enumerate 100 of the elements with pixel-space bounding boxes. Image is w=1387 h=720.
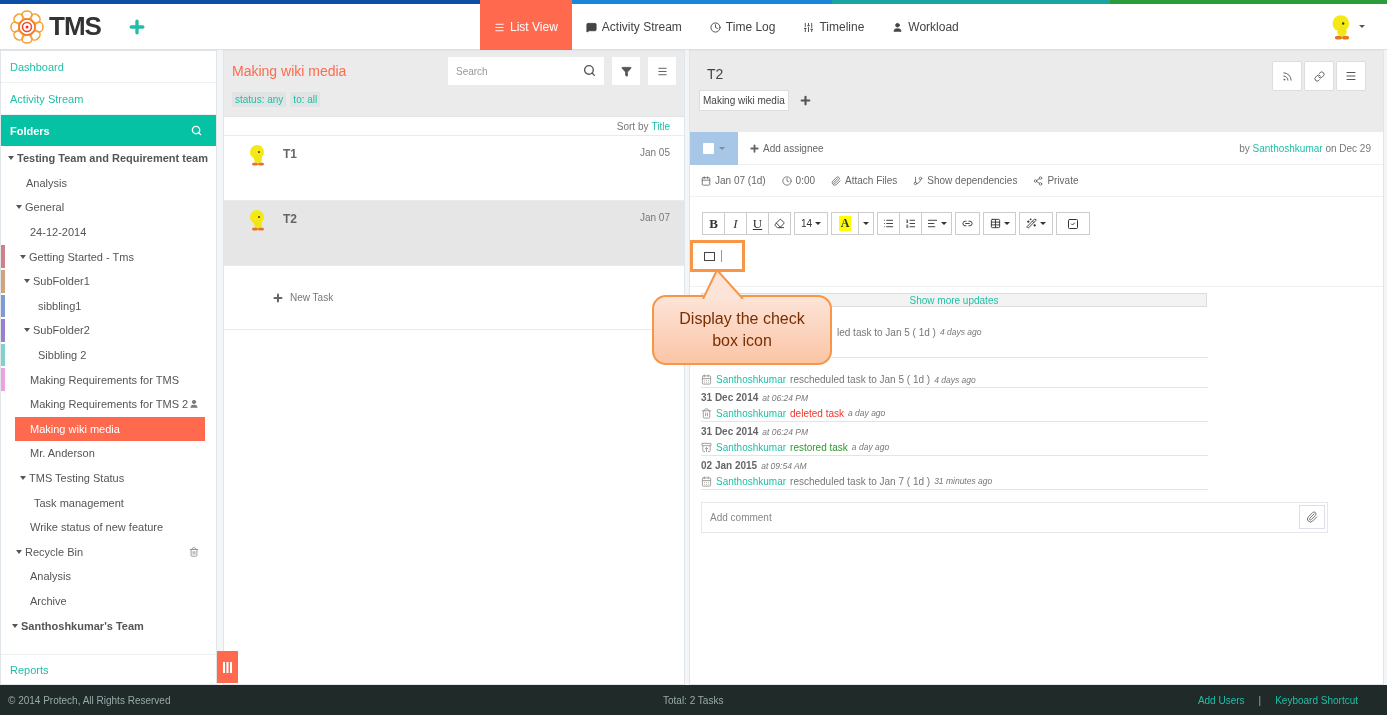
folder-item[interactable]: TMS Testing Status xyxy=(15,465,205,491)
folder-item[interactable]: Task management xyxy=(15,490,205,515)
table-dropdown[interactable] xyxy=(983,212,1016,235)
folder-item[interactable]: Getting Started - Tms xyxy=(15,244,205,269)
folder-tag[interactable]: Making wiki media xyxy=(699,90,789,111)
folder-item[interactable]: Sibbling 2 xyxy=(15,342,205,368)
numbered-list-icon xyxy=(905,218,916,229)
nav-tab[interactable]: Timeline xyxy=(789,0,879,50)
update-date: 02 Jan 2015 xyxy=(701,460,758,471)
meta-button[interactable]: Show dependencies xyxy=(913,175,1018,186)
folder-item[interactable]: 24-12-2014 xyxy=(15,219,205,245)
logo-text: TMS xyxy=(49,11,101,42)
checkbox-button[interactable] xyxy=(1056,212,1090,235)
folder-item[interactable]: Archive xyxy=(15,588,205,614)
task-title: T2 xyxy=(283,212,298,228)
add-button[interactable] xyxy=(798,94,812,107)
folder-item[interactable]: SubFolder2 xyxy=(15,318,205,343)
attach-button[interactable] xyxy=(1299,505,1325,529)
footer-link[interactable]: Add Users xyxy=(1197,694,1245,706)
text-color-button[interactable]: A xyxy=(831,212,859,235)
resize-handle[interactable] xyxy=(217,651,238,683)
chat-icon xyxy=(585,21,597,33)
folder-item[interactable]: sibbling1 xyxy=(15,293,205,319)
footer-link[interactable]: Keyboard Shortcut xyxy=(1275,694,1358,706)
bullet-list-button[interactable] xyxy=(877,212,900,235)
link-icon xyxy=(962,218,973,229)
font-size-dropdown[interactable]: 14 xyxy=(794,212,828,235)
italic-button[interactable]: I xyxy=(724,212,747,235)
magic-wand-icon xyxy=(1026,218,1037,229)
underline-button[interactable]: U xyxy=(746,212,769,235)
paperclip-icon xyxy=(1306,511,1318,523)
numbered-list-button[interactable] xyxy=(899,212,922,235)
menu-icon xyxy=(1345,70,1357,82)
link-button[interactable] xyxy=(1304,61,1334,91)
calendar-icon xyxy=(701,374,712,385)
sort-label: Sort by xyxy=(616,120,649,132)
filter-button[interactable] xyxy=(612,57,640,85)
add-assignee-button[interactable]: Add assignee xyxy=(743,141,1240,155)
folder-item[interactable]: Wrike status of new feature xyxy=(15,514,205,540)
search-icon[interactable] xyxy=(191,125,202,136)
folder-item[interactable]: Recycle Bin xyxy=(15,539,205,565)
update-time: a day ago xyxy=(851,442,890,452)
total-text: Total: 2 Tasks xyxy=(663,694,725,706)
folder-item[interactable]: Santhoshkumar's Team xyxy=(15,613,205,638)
new-task-button[interactable]: New Task xyxy=(272,291,334,304)
trash-icon xyxy=(701,407,712,419)
checkbox-icon xyxy=(704,251,715,261)
meta-button[interactable]: Private xyxy=(1033,175,1079,186)
text-cursor xyxy=(721,250,722,262)
meta-button[interactable]: Jan 07 (1d) xyxy=(701,175,766,186)
link-icon xyxy=(1313,70,1325,82)
folders-title: Folders xyxy=(10,124,50,137)
nav-tab[interactable]: Workload xyxy=(878,0,973,50)
nav-tab[interactable]: Activity Stream xyxy=(571,0,696,50)
grip-icon xyxy=(223,661,232,673)
folder-item[interactable]: Making Requirements for TMS 2 xyxy=(15,391,205,417)
update-time: 4 days ago xyxy=(934,375,976,385)
update-text: rescheduled task to Jan 5 ( 1d ) xyxy=(790,374,931,385)
eraser-icon xyxy=(774,218,785,229)
magic-wand-dropdown[interactable] xyxy=(1019,212,1053,235)
update-time: at 06:24 PM xyxy=(762,427,809,437)
nav-tab[interactable]: Time Log xyxy=(695,0,790,50)
eraser-button[interactable] xyxy=(768,212,791,235)
list-icon xyxy=(494,21,505,33)
update-date: 31 Dec 2014 xyxy=(701,392,759,403)
comment-field[interactable]: Add comment xyxy=(701,502,1328,533)
update-time: at 06:24 PM xyxy=(762,393,809,403)
trash-icon xyxy=(189,546,199,557)
bullet-list-icon xyxy=(883,218,894,229)
update-text: rescheduled task to Jan 7 ( 1d ) xyxy=(790,475,931,487)
rss-button[interactable] xyxy=(1272,61,1302,91)
update-time: 31 minutes ago xyxy=(934,476,993,486)
paperclip-icon xyxy=(831,175,842,186)
menu-button[interactable] xyxy=(1336,61,1366,91)
plus-icon xyxy=(798,94,812,107)
bold-button[interactable]: B xyxy=(702,212,725,235)
link-button[interactable] xyxy=(955,212,980,235)
meta-button[interactable]: 0:00 xyxy=(781,175,816,186)
folder-item[interactable]: General xyxy=(15,195,205,220)
update-time: a day ago xyxy=(848,408,886,418)
folder-item[interactable]: Making Requirements for TMS xyxy=(15,367,205,392)
align-dropdown[interactable] xyxy=(921,212,952,235)
folder-item[interactable]: Analysis xyxy=(15,564,205,589)
task-row[interactable]: T2 Jan 07 xyxy=(224,201,684,266)
plus-icon xyxy=(272,291,284,304)
task-title: T2 xyxy=(707,66,725,82)
update-text: deleted task xyxy=(790,407,844,419)
search-field[interactable]: Search xyxy=(448,57,604,85)
callout-text: Display the check box icon xyxy=(678,309,806,351)
menu-button[interactable] xyxy=(648,57,676,85)
rss-icon xyxy=(1281,70,1293,82)
folder-item[interactable]: Testing Team and Requirement team xyxy=(11,146,214,171)
logo-icon xyxy=(9,8,45,45)
folder-item[interactable]: Mr. Anderson xyxy=(15,441,205,466)
folder-item[interactable]: Analysis xyxy=(15,170,205,196)
calendar-icon xyxy=(701,475,712,487)
task-date: Jan 05 xyxy=(639,147,670,160)
meta-button[interactable]: Attach Files xyxy=(831,175,898,186)
caret-button[interactable] xyxy=(858,212,874,235)
folder-item[interactable]: SubFolder1 xyxy=(15,268,205,294)
